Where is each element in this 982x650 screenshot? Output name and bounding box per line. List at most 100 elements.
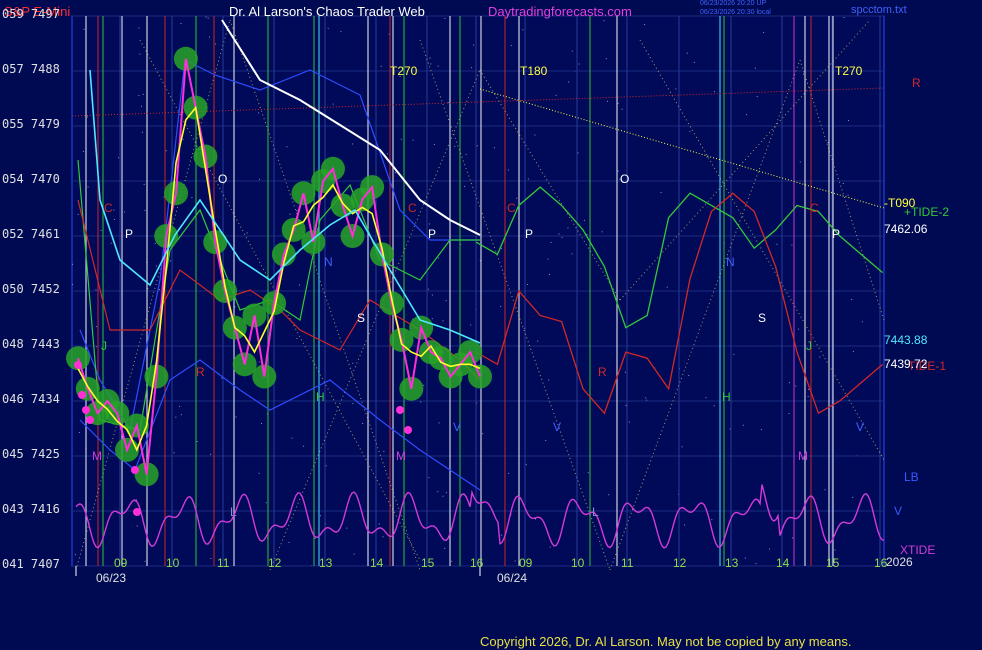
star [444,547,446,549]
star [755,563,757,565]
star [578,63,580,65]
cycle-marker: L [592,505,599,519]
x-tick-label: 16 [470,556,484,570]
star [555,94,557,96]
star [352,403,354,405]
star [332,103,334,105]
star [508,472,510,474]
star [394,172,396,174]
star [465,153,467,155]
star [141,105,143,107]
star [346,527,348,529]
star [258,361,260,363]
star [191,197,193,199]
star [72,263,74,265]
price-dot [133,508,141,516]
star [259,178,261,180]
star [577,152,579,154]
star [427,288,429,290]
star [756,96,758,98]
star [601,231,603,233]
star [173,452,175,454]
star [445,492,447,494]
x-tick-label: 11 [621,556,634,570]
x-tick-label: 15 [826,556,840,570]
star [235,416,237,418]
star [142,93,144,95]
cycle-marker: H [316,390,325,404]
x-tick-label: 12 [673,556,687,570]
star [645,397,647,399]
star [412,139,414,141]
star [628,421,630,423]
star [78,431,80,433]
star [454,145,456,147]
site-title: Dr. Al Larson's Chaos Trader Web [229,4,425,19]
star [713,405,715,407]
star [114,218,116,220]
star [163,196,165,198]
star [795,385,797,387]
star [507,169,509,171]
star [617,170,619,172]
star [558,233,560,235]
star [362,422,364,424]
star [587,472,589,474]
star [760,429,762,431]
star [537,340,539,342]
star [340,31,342,33]
star [548,379,550,381]
cycle-label-t270: T270 [835,64,863,78]
site-url[interactable]: Daytradingforecasts.com [488,4,632,19]
star [834,549,836,551]
price-dot [86,416,94,424]
x-tick-label: 12 [268,556,282,570]
star [476,145,478,147]
star [848,120,850,122]
star [234,306,236,308]
star [265,502,267,504]
star [798,328,800,330]
star [534,134,536,136]
star [180,23,182,25]
star [788,413,790,415]
cycle-marker: P [525,227,533,241]
star [95,326,97,328]
star [744,557,746,559]
star [675,88,677,90]
x-tick-label: 10 [571,556,585,570]
star [689,130,691,132]
star [257,112,259,114]
star [420,401,422,403]
star [608,494,610,496]
star [95,289,97,291]
star [72,283,74,285]
cycle-marker: J [806,339,812,353]
star [561,236,563,238]
star [431,318,433,320]
star [684,524,686,526]
star [296,209,298,211]
star [788,382,790,384]
star [527,283,529,285]
star [124,211,126,213]
y-tick-label: 059 7497 [2,7,60,21]
cycle-label-t270: T270 [390,64,418,78]
cycle-marker: O [218,172,227,186]
star [733,353,735,355]
star [445,300,447,302]
star [583,219,585,221]
cycle-marker: H [722,390,731,404]
x-tick-label: 10 [166,556,180,570]
star [688,375,690,377]
star [514,560,516,562]
star [482,433,484,435]
star [711,519,713,521]
chart-canvas: CPORJMHNSCPMCPORHNSJMCPVV VL L [66,15,885,576]
star [522,29,524,31]
star [500,305,502,307]
star [83,28,85,30]
star [288,542,290,544]
star [291,437,293,439]
star [769,548,771,550]
